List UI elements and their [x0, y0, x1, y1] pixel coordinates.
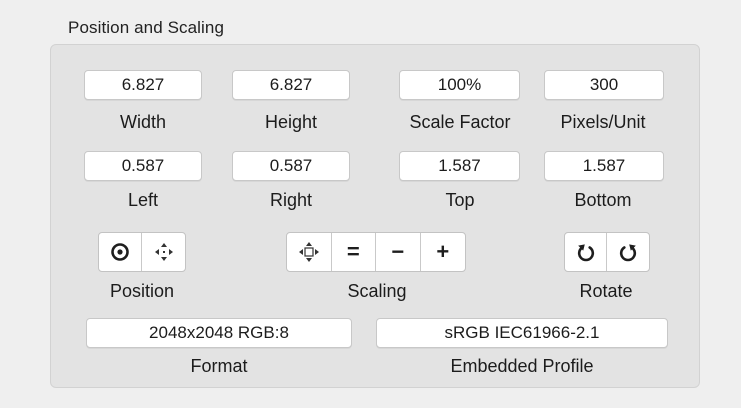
scale-factor-field[interactable]: 100%	[399, 70, 520, 100]
rotate-right-icon	[618, 242, 638, 262]
top-margin-label: Top	[445, 190, 475, 210]
height-field[interactable]: 6.827	[232, 70, 350, 100]
rotate-control	[564, 232, 650, 272]
rotate-label: Rotate	[579, 281, 633, 301]
scale-equal-button[interactable]: =	[332, 233, 376, 271]
pixels-per-unit-label: Pixels/Unit	[560, 112, 646, 132]
width-label: Width	[119, 112, 167, 132]
scale-to-fit-button[interactable]	[287, 233, 332, 271]
rotate-left-icon	[576, 242, 596, 262]
embedded-profile-label: Embedded Profile	[450, 356, 594, 376]
width-field[interactable]: 6.827	[84, 70, 202, 100]
equals-icon: =	[346, 239, 360, 264]
bottom-margin-label: Bottom	[574, 190, 632, 210]
right-margin-label: Right	[269, 190, 313, 210]
center-position-button[interactable]	[99, 233, 143, 271]
top-margin-field[interactable]: 1.587	[399, 151, 520, 181]
rotate-left-button[interactable]	[565, 233, 608, 271]
pixels-per-unit-field[interactable]: 300	[544, 70, 664, 100]
left-margin-field[interactable]: 0.587	[84, 151, 202, 181]
left-margin-label: Left	[127, 190, 159, 210]
move-arrows-icon	[153, 241, 175, 263]
scale-down-button[interactable]: −	[376, 233, 421, 271]
move-button[interactable]	[142, 233, 185, 271]
embedded-profile-field: sRGB IEC61966-2.1	[376, 318, 668, 348]
bottom-margin-field[interactable]: 1.587	[544, 151, 664, 181]
scale-to-fit-icon	[298, 241, 320, 263]
position-label: Position	[109, 281, 175, 301]
center-position-icon	[110, 242, 130, 262]
height-label: Height	[264, 112, 318, 132]
minus-icon: −	[391, 239, 405, 264]
scale-up-button[interactable]: +	[421, 233, 465, 271]
format-label: Format	[190, 356, 248, 376]
position-control	[98, 232, 186, 272]
scaling-label: Scaling	[347, 281, 407, 301]
format-field: 2048x2048 RGB:8	[86, 318, 352, 348]
plus-icon: +	[436, 239, 450, 264]
section-title: Position and Scaling	[68, 18, 225, 37]
scaling-control: = − +	[286, 232, 466, 272]
scale-factor-label: Scale Factor	[409, 112, 511, 132]
rotate-right-button[interactable]	[607, 233, 649, 271]
right-margin-field[interactable]: 0.587	[232, 151, 350, 181]
